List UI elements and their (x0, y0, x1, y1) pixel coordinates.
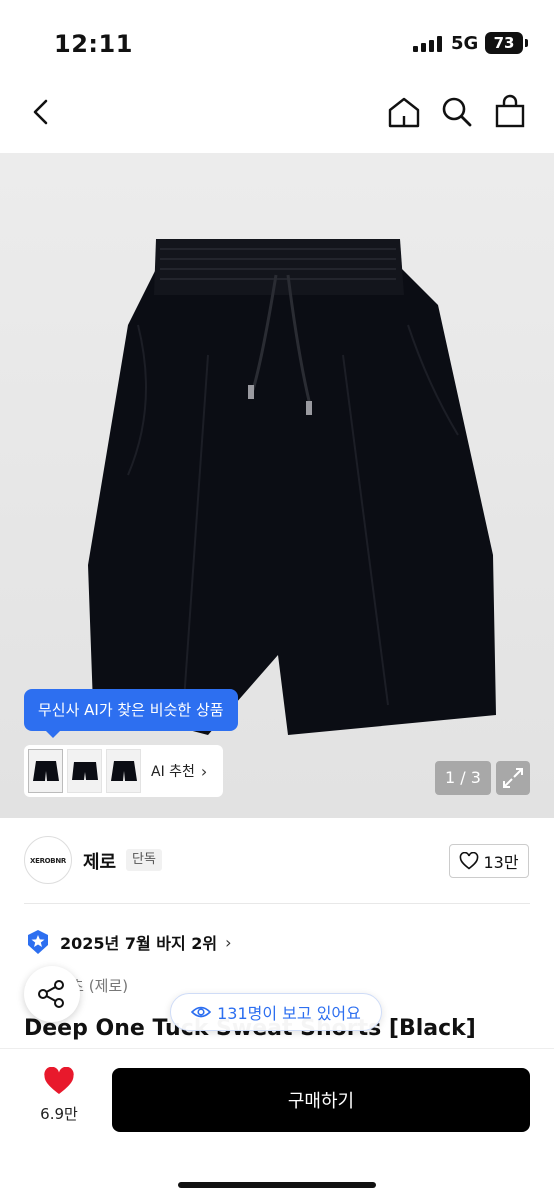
share-icon (38, 980, 64, 1008)
share-button[interactable] (24, 966, 80, 1022)
similar-item-thumbnail[interactable] (106, 749, 141, 793)
ranking-text: 2025년 7월 바지 2위 (60, 934, 218, 953)
chevron-right-icon: › (200, 761, 208, 781)
ai-recommend-button[interactable]: AI 추천 › (24, 745, 223, 797)
wishlist-button[interactable]: 6.9만 (24, 1066, 94, 1133)
home-icon[interactable] (386, 94, 422, 130)
network-type: 5G (451, 33, 479, 54)
image-counter: 1 / 3 (435, 761, 491, 795)
similar-item-thumbnail[interactable] (28, 749, 63, 793)
viewers-text: 131명이 보고 있어요 (217, 1004, 361, 1023)
brand-logo[interactable]: XEROBNR (24, 836, 72, 884)
brand-row: XEROBNR 제로 단독 13만 (0, 836, 554, 886)
back-icon[interactable] (24, 94, 60, 130)
search-icon[interactable] (439, 94, 475, 130)
bag-icon[interactable] (492, 94, 528, 130)
heart-filled-icon (44, 1066, 74, 1094)
status-time: 12:11 (54, 30, 133, 58)
eye-icon (191, 1006, 212, 1018)
product-image-carousel[interactable]: 무신사 AI가 찾은 비슷한 상품 AI 추천 › 1 / 3 (0, 153, 554, 818)
product-image (88, 239, 496, 735)
battery-tip (525, 39, 528, 47)
ai-tooltip: 무신사 AI가 찾은 비슷한 상품 (24, 689, 238, 738)
exclusive-badge: 단독 (126, 849, 162, 871)
brand-like-button[interactable]: 13만 (449, 844, 529, 878)
status-bar: 12:11 5G 73 (0, 0, 554, 90)
nav-bar (0, 88, 554, 152)
battery-icon: 73 (485, 32, 523, 54)
buy-button[interactable]: 구매하기 (112, 1068, 530, 1132)
ranking-link[interactable]: 2025년 7월 바지 2위 › (26, 928, 232, 956)
chevron-right-icon: › (225, 932, 232, 952)
wishlist-count: 6.9만 (40, 1105, 78, 1123)
viewers-badge: 131명이 보고 있어요 (170, 993, 382, 1031)
expand-icon[interactable] (496, 761, 530, 795)
similar-item-thumbnail[interactable] (67, 749, 102, 793)
brand-like-count: 13만 (483, 853, 519, 872)
heart-outline-icon (460, 852, 479, 870)
signal-icon (413, 36, 443, 52)
home-indicator (178, 1182, 376, 1188)
divider (24, 903, 530, 904)
bottom-action-bar: 6.9만 구매하기 (0, 1048, 554, 1200)
ai-recommend-label: AI 추천 (151, 764, 195, 780)
ranking-badge-icon (28, 930, 48, 954)
brand-name[interactable]: 제로 (83, 848, 116, 874)
